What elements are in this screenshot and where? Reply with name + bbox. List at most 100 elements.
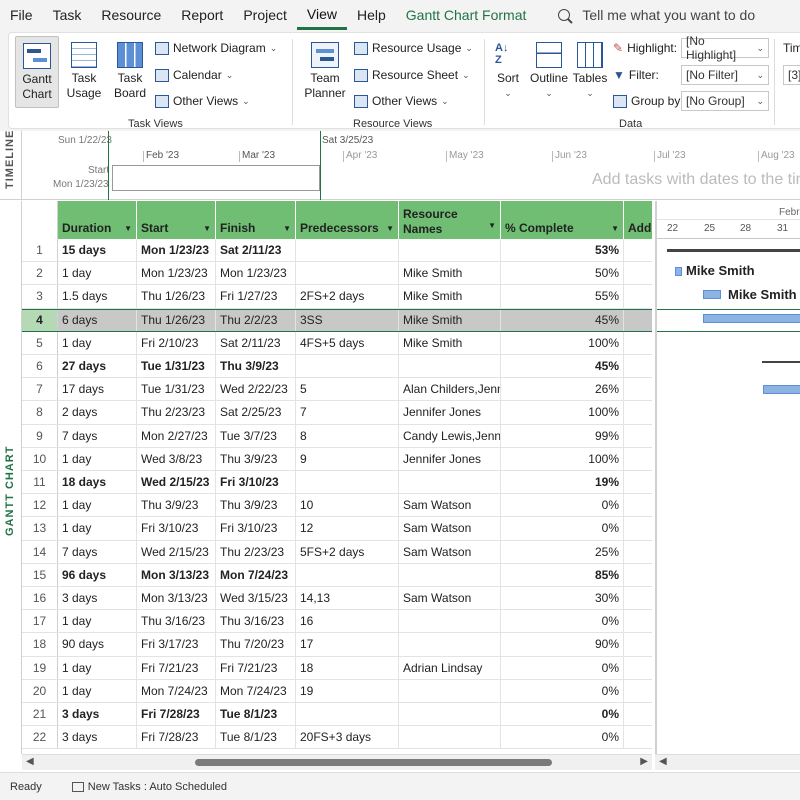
cell-add-new[interactable] xyxy=(624,355,652,377)
cell-percent-complete[interactable]: 0% xyxy=(501,679,624,702)
cell-add-new[interactable] xyxy=(624,310,652,331)
cell-percent-complete[interactable]: 0% xyxy=(501,610,624,633)
cell-finish[interactable]: Wed 3/15/23 xyxy=(216,587,296,610)
table-row[interactable]: 22 3 days Fri 7/28/23 Tue 8/1/23 20FS+3 days… xyxy=(22,726,652,750)
cell-add-new[interactable] xyxy=(624,494,652,516)
cell-id[interactable]: 2 xyxy=(22,262,58,285)
summary-bar[interactable] xyxy=(667,249,800,252)
cell-start[interactable]: Mon 1/23/23 xyxy=(137,262,216,285)
cell-id[interactable]: 16 xyxy=(22,587,58,610)
column-header-add-new[interactable]: Add xyxy=(624,201,652,239)
cell-resource-names[interactable]: Jennifer Jones xyxy=(399,447,501,470)
cell-start[interactable]: Wed 2/15/23 xyxy=(137,471,216,494)
cell-finish[interactable]: Fri 7/21/23 xyxy=(216,656,296,679)
cell-predecessors[interactable] xyxy=(296,355,399,378)
filter-dropdown[interactable]: [No Filter] ⌄ xyxy=(681,65,769,85)
cell-resource-names[interactable] xyxy=(399,610,501,633)
cell-resource-names[interactable]: Candy Lewis,Jennif xyxy=(399,424,501,447)
cell-resource-names[interactable]: Mike Smith xyxy=(399,262,501,285)
tab-help[interactable]: Help xyxy=(347,0,396,30)
cell-id[interactable]: 4 xyxy=(22,309,58,331)
cell-predecessors[interactable] xyxy=(296,703,399,726)
cell-resource-names[interactable] xyxy=(399,563,501,586)
column-header-percent-complete[interactable]: % Complete ▼ xyxy=(501,201,624,239)
table-row[interactable]: 15 96 days Mon 3/13/23 Mon 7/24/23 85% xyxy=(22,563,652,587)
cell-id[interactable]: 9 xyxy=(22,424,58,447)
timescale-dropdown[interactable]: [3] xyxy=(783,65,800,85)
cell-start[interactable]: Thu 1/26/23 xyxy=(137,285,216,308)
cell-duration[interactable]: 1 day xyxy=(58,494,137,517)
cell-percent-complete[interactable]: 0% xyxy=(501,656,624,679)
cell-percent-complete[interactable]: 99% xyxy=(501,424,624,447)
cell-predecessors[interactable]: 7 xyxy=(296,401,399,424)
cell-id[interactable]: 6 xyxy=(22,355,58,378)
cell-finish[interactable]: Fri 1/27/23 xyxy=(216,285,296,308)
cell-id[interactable]: 5 xyxy=(22,331,58,354)
cell-percent-complete[interactable]: 100% xyxy=(501,447,624,470)
cell-duration[interactable]: 1 day xyxy=(58,517,137,540)
table-row[interactable]: 82 days Thu 2/23/23 Sat 2/25/23 7 Jennifer J… xyxy=(22,401,652,425)
cell-finish[interactable]: Thu 7/20/23 xyxy=(216,633,296,656)
cell-percent-complete[interactable]: 55% xyxy=(501,285,624,308)
cell-predecessors[interactable]: 8 xyxy=(296,424,399,447)
cell-resource-names[interactable] xyxy=(399,239,501,262)
cell-start[interactable]: Mon 2/27/23 xyxy=(137,424,216,447)
table-row[interactable]: 11 18 days Wed 2/15/23 Fri 3/10/23 19% xyxy=(22,471,652,495)
cell-predecessors[interactable]: 19 xyxy=(296,679,399,702)
cell-finish[interactable]: Tue 3/7/23 xyxy=(216,424,296,447)
cell-id[interactable]: 3 xyxy=(22,285,58,308)
calendar-button[interactable]: Calendar ⌄ xyxy=(155,68,233,82)
cell-add-new[interactable] xyxy=(624,610,652,632)
cell-finish[interactable]: Sat 2/11/23 xyxy=(216,239,296,262)
cell-duration[interactable]: 17 days xyxy=(58,378,137,401)
cell-finish[interactable]: Fri 3/10/23 xyxy=(216,471,296,494)
table-row[interactable]: 17 1 day Thu 3/16/23 Thu 3/16/23 16 0% xyxy=(22,610,652,634)
cell-duration[interactable]: 15 days xyxy=(58,239,137,262)
cell-add-new[interactable] xyxy=(624,657,652,679)
cell-finish[interactable]: Thu 3/9/23 xyxy=(216,447,296,470)
highlight-dropdown[interactable]: [No Highlight] ⌄ xyxy=(681,34,769,62)
cell-start[interactable]: Fri 7/28/23 xyxy=(137,703,216,726)
outline-button[interactable]: Outline ⌄ xyxy=(528,36,570,108)
cell-add-new[interactable] xyxy=(624,285,652,307)
cell-start[interactable]: Mon 3/13/23 xyxy=(137,587,216,610)
cell-start[interactable]: Mon 3/13/23 xyxy=(137,563,216,586)
cell-percent-complete[interactable]: 0% xyxy=(501,494,624,517)
cell-resource-names[interactable] xyxy=(399,355,501,378)
table-row[interactable]: 1 15 days Mon 1/23/23 Sat 2/11/23 53% xyxy=(22,239,652,263)
cell-add-new[interactable] xyxy=(624,401,652,423)
cell-finish[interactable]: Fri 3/10/23 xyxy=(216,517,296,540)
select-all-corner[interactable] xyxy=(22,201,58,239)
task-bar[interactable] xyxy=(675,267,682,276)
task-bar[interactable] xyxy=(703,290,721,299)
table-row[interactable]: 19 1 day Fri 7/21/23 Fri 7/21/23 18 Adrian Li… xyxy=(22,656,652,680)
cell-add-new[interactable] xyxy=(624,541,652,563)
network-diagram-button[interactable]: Network Diagram ⌄ xyxy=(155,41,277,55)
cell-id[interactable]: 20 xyxy=(22,679,58,702)
cell-add-new[interactable] xyxy=(624,425,652,447)
resource-usage-button[interactable]: Resource Usage ⌄ xyxy=(354,41,473,55)
scroll-right-icon[interactable]: ▶ xyxy=(640,756,648,767)
cell-duration[interactable]: 18 days xyxy=(58,471,137,494)
cell-id[interactable]: 17 xyxy=(22,610,58,633)
gantt-chart-button[interactable]: Gantt Chart xyxy=(15,36,59,108)
cell-finish[interactable]: Thu 3/9/23 xyxy=(216,355,296,378)
cell-start[interactable]: Thu 3/16/23 xyxy=(137,610,216,633)
cell-resource-names[interactable] xyxy=(399,633,501,656)
cell-percent-complete[interactable]: 19% xyxy=(501,471,624,494)
scrollbar-thumb[interactable] xyxy=(195,759,552,766)
cell-predecessors[interactable]: 2FS+2 days xyxy=(296,285,399,308)
cell-start[interactable]: Tue 1/31/23 xyxy=(137,378,216,401)
cell-resource-names[interactable]: Alan Childers,Jenni xyxy=(399,378,501,401)
cell-percent-complete[interactable]: 85% xyxy=(501,563,624,586)
table-row[interactable]: 97 days Mon 2/27/23 Tue 3/7/23 8 Candy Lewis… xyxy=(22,424,652,448)
cell-start[interactable]: Mon 7/24/23 xyxy=(137,679,216,702)
cell-percent-complete[interactable]: 45% xyxy=(501,309,624,331)
cell-predecessors[interactable] xyxy=(296,471,399,494)
summary-bar[interactable] xyxy=(762,361,800,363)
cell-predecessors[interactable]: 4FS+5 days xyxy=(296,331,399,354)
cell-percent-complete[interactable]: 100% xyxy=(501,401,624,424)
cell-predecessors[interactable] xyxy=(296,262,399,285)
cell-percent-complete[interactable]: 25% xyxy=(501,540,624,563)
tables-button[interactable]: Tables ⌄ xyxy=(570,36,610,108)
